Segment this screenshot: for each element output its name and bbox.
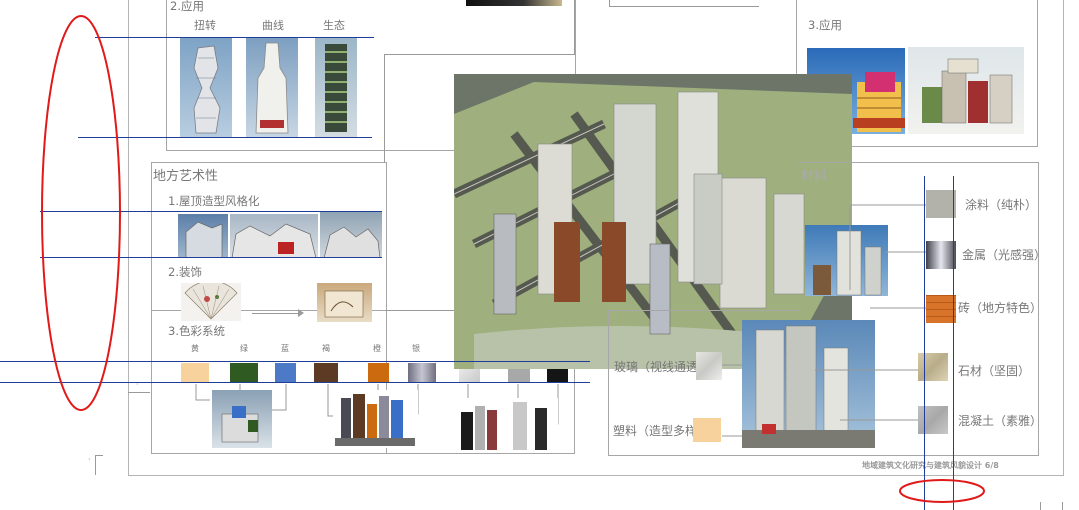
- stray-dot-1: ·: [88, 455, 91, 464]
- roof-image-1: [178, 214, 228, 258]
- curved-tower-image: [246, 38, 298, 137]
- fan-decoration-image: [181, 283, 241, 321]
- material-label-concrete: 混凝土（素雅）: [958, 414, 1043, 428]
- annotation-ellipse-red: [41, 15, 121, 411]
- swatch-label-orange: 橙: [373, 344, 381, 353]
- material-swatch-glass: [696, 352, 722, 380]
- roof-image-3: [320, 211, 382, 258]
- material-leader-lines: [722, 204, 926, 437]
- color-system-label: 3.色彩系统: [168, 324, 225, 338]
- caption-curve: 曲线: [262, 19, 284, 32]
- local-art-title: 地方艺术性: [153, 169, 219, 184]
- crop-mark-3: [128, 392, 150, 393]
- swatch-label-brown: 褐: [322, 344, 330, 353]
- top-fragment-image: [466, 0, 562, 6]
- connector-left-h: [384, 54, 575, 55]
- materials-title: 材料: [801, 169, 828, 184]
- crop-mark-5: [1062, 502, 1063, 510]
- color-example-image-2: [333, 390, 418, 448]
- annotation-ellipse-red: [899, 479, 985, 503]
- connector-left-v2: [384, 54, 385, 162]
- caption-ecology: 生态: [323, 19, 345, 32]
- color-example-image-1: [212, 390, 272, 448]
- arrow-right-icon: [298, 309, 304, 317]
- material-label-metal: 金属（光感强）: [962, 248, 1047, 262]
- swatch-label-silver: 银: [412, 344, 420, 353]
- material-swatch-brick: [926, 295, 956, 323]
- decoration-arrow-line: [252, 313, 302, 314]
- twisted-tower-image: [180, 38, 232, 137]
- connector-bracket-top-v: [609, 0, 610, 6]
- swatch-label-blue: 蓝: [281, 344, 289, 353]
- crop-mark-1: [95, 455, 96, 475]
- roof-image-2: [230, 214, 318, 258]
- annotation-line-blue: [953, 176, 954, 510]
- color-example-image-3: [455, 398, 558, 450]
- footer-caption: 地域建筑文化研究与建筑风貌设计 6/8: [862, 461, 999, 470]
- annotation-line-blue: [924, 176, 925, 510]
- material-swatch-paint: [926, 190, 956, 218]
- caption-twist: 扭转: [194, 19, 216, 32]
- stacked-building-image: [908, 47, 1024, 134]
- connector-line-2: [384, 4, 574, 5]
- material-swatch-plastic: [693, 418, 721, 442]
- material-label-brick: 砖（地方特色）: [958, 301, 1043, 315]
- eco-tower-image: [315, 38, 357, 137]
- swatch-label-yellow: 黄: [191, 344, 199, 353]
- section-label-application: 2.应用: [170, 0, 204, 13]
- connector-left-v: [574, 0, 575, 54]
- annotation-line-blue: [95, 37, 374, 38]
- right-application-label: 3.应用: [808, 18, 842, 32]
- decoration-label: 2.装饰: [168, 265, 202, 279]
- crop-mark-4: [1040, 502, 1041, 510]
- material-label-paint: 涂料（纯朴）: [965, 198, 1038, 212]
- material-label-stone: 石材（坚固）: [958, 364, 1031, 378]
- roof-style-label: 1.屋顶造型风格化: [168, 194, 260, 208]
- swatch-label-green: 绿: [240, 344, 248, 353]
- connector-bracket-top: [609, 6, 759, 7]
- decorated-facade-image: [317, 283, 372, 322]
- crop-mark-2: [95, 455, 103, 456]
- material-swatch-metal: [926, 241, 956, 269]
